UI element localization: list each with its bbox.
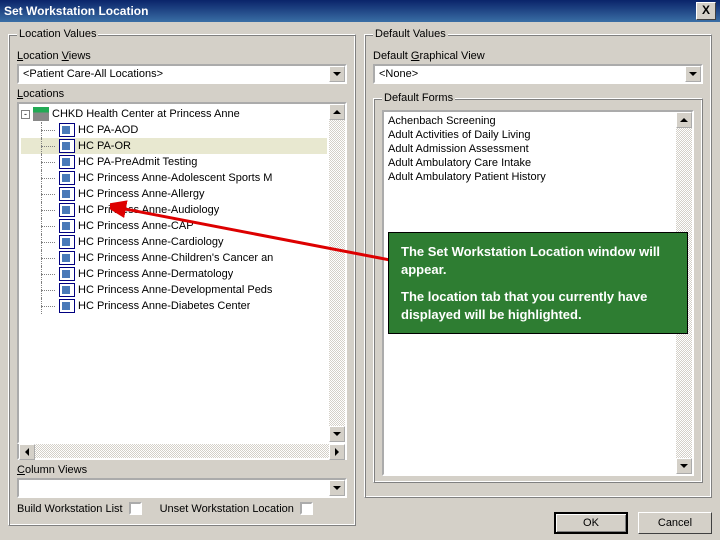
build-workstation-list-checkbox[interactable]	[129, 502, 142, 515]
tree-child-node[interactable]: HC PA-PreAdmit Testing	[21, 154, 327, 170]
tree-child-node[interactable]: HC Princess Anne-Children's Cancer an	[21, 250, 327, 266]
titlebar: Set Workstation Location X	[0, 0, 720, 22]
location-icon	[59, 203, 75, 217]
default-forms-legend: Default Forms	[382, 92, 455, 104]
tree-child-node[interactable]: HC Princess Anne-Audiology	[21, 202, 327, 218]
location-views-label: Location Views	[17, 50, 347, 62]
chevron-down-icon[interactable]	[685, 66, 701, 82]
building-icon	[33, 107, 49, 121]
tree-child-node[interactable]: HC Princess Anne-Adolescent Sports M	[21, 170, 327, 186]
tree-child-node[interactable]: HC PA-OR	[21, 138, 327, 154]
tree-child-label: HC PA-OR	[78, 138, 131, 154]
tree-child-label: HC Princess Anne-Children's Cancer an	[78, 250, 273, 266]
list-item[interactable]	[386, 212, 674, 226]
tree-child-label: HC Princess Anne-Adolescent Sports M	[78, 170, 272, 186]
tree-child-node[interactable]: HC Princess Anne-Cardiology	[21, 234, 327, 250]
scroll-up-icon[interactable]	[329, 104, 345, 120]
scroll-left-icon[interactable]	[19, 444, 35, 460]
location-icon	[59, 171, 75, 185]
scrollbar-horizontal[interactable]	[17, 444, 347, 460]
unset-workstation-location-label: Unset Workstation Location	[160, 503, 294, 515]
scrollbar-vertical[interactable]	[329, 104, 345, 442]
tree-child-node[interactable]: HC PA-AOD	[21, 122, 327, 138]
instruction-callout: The Set Workstation Location window will…	[388, 232, 688, 334]
location-views-value: <Patient Care-All Locations>	[19, 66, 329, 82]
default-graphical-view-value: <None>	[375, 66, 685, 82]
column-views-value	[19, 480, 329, 496]
list-item[interactable]	[386, 184, 674, 198]
list-item[interactable]	[386, 198, 674, 212]
tree-child-label: HC Princess Anne-Allergy	[78, 186, 205, 202]
callout-text-1: The Set Workstation Location window will…	[401, 243, 675, 278]
chevron-down-icon[interactable]	[329, 66, 345, 82]
list-item[interactable]: Adult Ambulatory Care Intake	[386, 156, 674, 170]
callout-text-2: The location tab that you currently have…	[401, 288, 675, 323]
location-icon	[59, 251, 75, 265]
column-views-combo[interactable]	[17, 478, 347, 498]
location-icon	[59, 187, 75, 201]
scroll-up-icon[interactable]	[676, 112, 692, 128]
tree-parent-node[interactable]: - CHKD Health Center at Princess Anne	[21, 106, 327, 122]
location-icon	[59, 267, 75, 281]
scroll-right-icon[interactable]	[329, 444, 345, 460]
tree-child-label: HC Princess Anne-Audiology	[78, 202, 219, 218]
tree-child-label: HC PA-AOD	[78, 122, 138, 138]
location-icon	[59, 299, 75, 313]
unset-workstation-location-checkbox[interactable]	[300, 502, 313, 515]
tree-parent-label: CHKD Health Center at Princess Anne	[52, 106, 240, 122]
location-icon	[59, 219, 75, 233]
build-workstation-list-label: Build Workstation List	[17, 503, 123, 515]
locations-tree[interactable]: -CHKD Health Center at Princess AnneHC P…	[17, 102, 347, 444]
list-item[interactable]: Adult Admission Assessment	[386, 142, 674, 156]
tree-child-label: HC Princess Anne-Developmental Peds	[78, 282, 272, 298]
ok-button[interactable]: OK	[554, 512, 628, 534]
scroll-down-icon[interactable]	[329, 426, 345, 442]
default-graphical-view-combo[interactable]: <None>	[373, 64, 703, 84]
tree-child-label: HC Princess Anne-CAP	[78, 218, 194, 234]
location-icon	[59, 123, 75, 137]
tree-child-label: HC Princess Anne-Cardiology	[78, 234, 224, 250]
tree-child-node[interactable]: HC Princess Anne-Developmental Peds	[21, 282, 327, 298]
location-values-group: Location Values Location Views <Patient …	[8, 28, 356, 526]
location-icon	[59, 235, 75, 249]
locations-label: Locations	[17, 88, 347, 100]
location-values-legend: Location Values	[17, 28, 98, 40]
column-views-label: Column Views	[17, 464, 347, 476]
collapse-icon[interactable]: -	[21, 110, 30, 119]
chevron-down-icon[interactable]	[329, 480, 345, 496]
list-item[interactable]: Achenbach Screening	[386, 114, 674, 128]
list-item[interactable]: Adult Activities of Daily Living	[386, 128, 674, 142]
tree-child-label: HC Princess Anne-Diabetes Center	[78, 298, 250, 314]
default-values-legend: Default Values	[373, 28, 448, 40]
location-icon	[59, 155, 75, 169]
tree-child-label: HC PA-PreAdmit Testing	[78, 154, 197, 170]
tree-child-label: HC Princess Anne-Dermatology	[78, 266, 233, 282]
cancel-button[interactable]: Cancel	[638, 512, 712, 534]
location-views-combo[interactable]: <Patient Care-All Locations>	[17, 64, 347, 84]
tree-child-node[interactable]: HC Princess Anne-Dermatology	[21, 266, 327, 282]
tree-child-node[interactable]: HC Princess Anne-CAP	[21, 218, 327, 234]
default-graphical-view-label: Default Graphical View	[373, 50, 703, 62]
list-item[interactable]: Adult Ambulatory Patient History	[386, 170, 674, 184]
location-icon	[59, 283, 75, 297]
close-icon[interactable]: X	[696, 2, 716, 20]
scroll-down-icon[interactable]	[676, 458, 692, 474]
tree-child-node[interactable]: HC Princess Anne-Diabetes Center	[21, 298, 327, 314]
window-title: Set Workstation Location	[4, 4, 696, 18]
location-icon	[59, 139, 75, 153]
tree-child-node[interactable]: HC Princess Anne-Allergy	[21, 186, 327, 202]
